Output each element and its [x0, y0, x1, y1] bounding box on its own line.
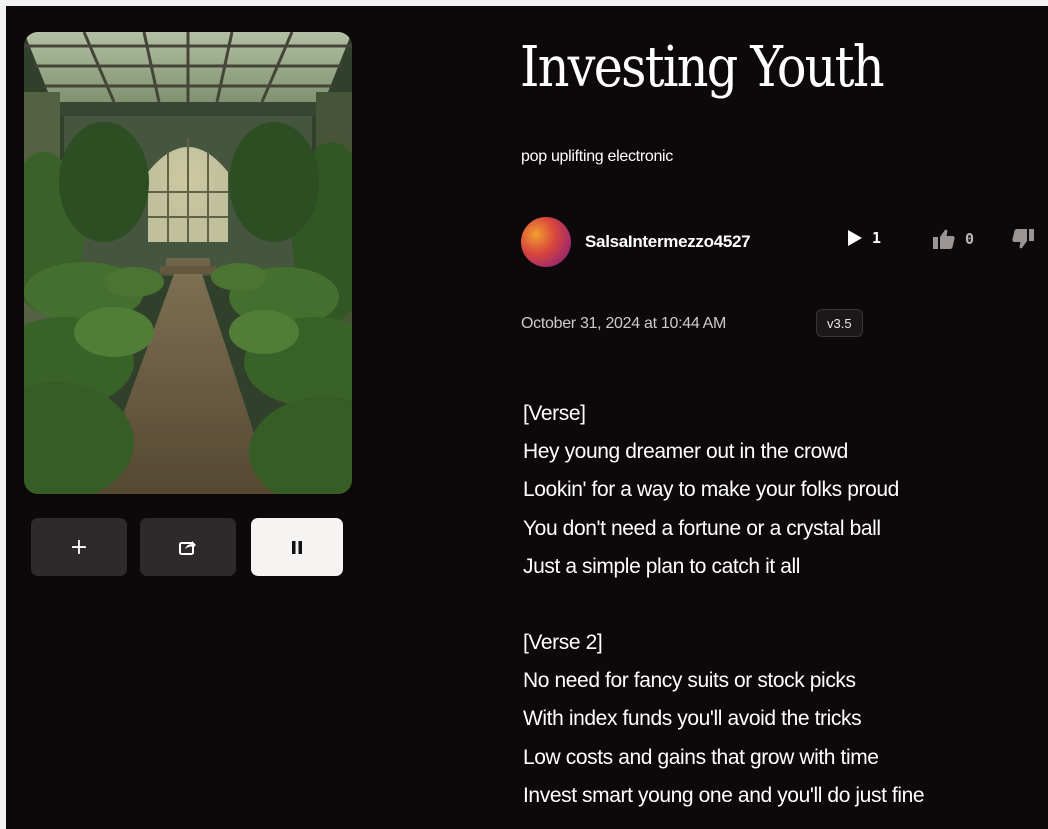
cover-art[interactable] — [24, 32, 352, 494]
share-icon — [179, 541, 196, 555]
lyric-line: You don't need a fortune or a crystal ba… — [523, 516, 881, 540]
share-button[interactable] — [140, 518, 236, 576]
song-title: Investing Youth — [520, 35, 885, 100]
genre-tags[interactable]: pop uplifting electronic — [521, 148, 673, 166]
song-page: + Investing Youth pop uplifting electron… — [6, 6, 1048, 829]
like-button[interactable]: 0 — [933, 229, 974, 249]
plus-icon: + — [69, 534, 89, 560]
like-count: 0 — [965, 230, 975, 248]
play-icon — [848, 230, 862, 246]
lyric-line: No need for fancy suits or stock picks — [523, 669, 856, 693]
add-to-playlist-button[interactable]: + — [31, 518, 127, 576]
lyric-line: With index funds you'll avoid the tricks — [523, 707, 862, 731]
play-count-value: 1 — [872, 229, 882, 247]
lyric-spacer — [523, 586, 924, 624]
lyric-line: Hey young dreamer out in the crowd — [523, 440, 848, 464]
play-count: 1 — [848, 229, 881, 247]
lyric-line: Just a simple plan to catch it all — [523, 554, 801, 578]
thumbs-down-icon — [1012, 229, 1034, 249]
version-badge: v3.5 — [816, 309, 863, 337]
created-date: October 31, 2024 at 10:44 AM — [521, 315, 727, 332]
lyrics-section-header: [Verse] — [523, 402, 586, 425]
lyric-line: Low costs and gains that grow with time — [523, 745, 879, 769]
lyrics: [Verse] Hey young dreamer out in the cro… — [523, 395, 925, 815]
greenhouse-image — [24, 32, 352, 494]
lyric-line: Invest smart young one and you'll do jus… — [523, 783, 925, 807]
pause-button[interactable] — [251, 518, 343, 576]
lyrics-section-header: [Verse 2] — [523, 631, 603, 655]
avatar[interactable] — [521, 217, 571, 267]
dislike-button[interactable] — [1012, 229, 1034, 249]
lyric-line: Lookin' for a way to make your folks pro… — [523, 478, 899, 502]
thumbs-up-icon — [933, 229, 955, 249]
pause-icon — [292, 540, 302, 554]
author-name[interactable]: SalsaIntermezzo4527 — [585, 232, 751, 252]
